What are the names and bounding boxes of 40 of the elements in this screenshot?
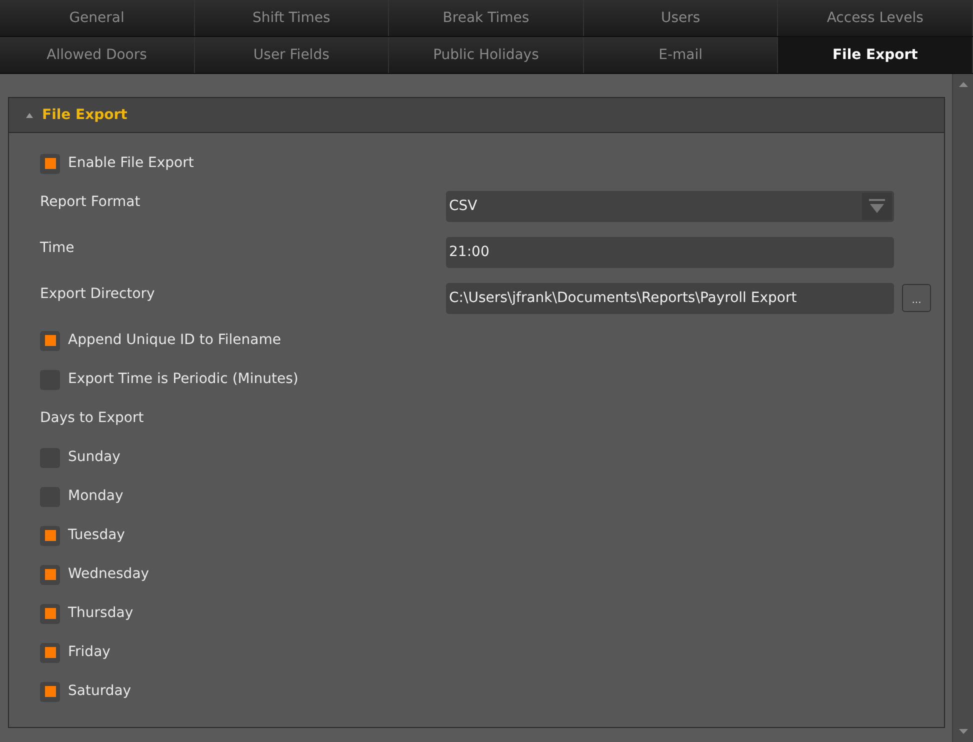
checkbox[interactable] [40, 604, 60, 624]
tab[interactable]: Users [584, 0, 778, 36]
section-header[interactable]: File Export [9, 98, 944, 133]
tab[interactable]: E-mail [584, 37, 778, 73]
tab[interactable]: Access Levels [778, 0, 973, 36]
field-label: Report Format [40, 192, 142, 212]
checkbox[interactable] [40, 682, 60, 702]
checkbox-label: Friday [68, 643, 110, 662]
scroll-down-icon[interactable] [958, 729, 968, 734]
checkbox[interactable] [40, 564, 60, 584]
checkbox-label: Sunday [68, 448, 120, 467]
checkbox[interactable] [40, 154, 60, 174]
checkbox-label: Tuesday [68, 526, 125, 545]
checkbox[interactable] [40, 330, 60, 350]
tab[interactable]: Allowed Doors [0, 37, 195, 73]
checkbox-label: Monday [68, 487, 124, 506]
browse-button[interactable]: ... [902, 284, 931, 312]
tab[interactable]: File Export [778, 37, 973, 73]
checkbox-label: Saturday [68, 682, 132, 701]
checkbox-label: Enable File Export [68, 154, 194, 173]
tab[interactable]: Break Times [389, 0, 584, 36]
tab[interactable]: General [0, 0, 195, 36]
checkbox-label: Export Time is Periodic (Minutes) [68, 370, 298, 389]
time-field[interactable]: 21:00 [446, 236, 894, 268]
scroll-up-icon[interactable] [958, 82, 968, 87]
checkbox-label: Thursday [68, 604, 134, 623]
format-dropdown[interactable]: CSV [446, 190, 894, 222]
checkbox[interactable] [40, 642, 60, 662]
checkbox-label: Append Unique ID to Filename [68, 331, 282, 350]
tab[interactable]: Shift Times [194, 0, 390, 36]
tab[interactable]: Public Holidays [389, 37, 584, 73]
checkbox-label: Wednesday [68, 565, 150, 584]
directory-field[interactable]: C:\Users\jfrank\Documents\Reports\Payroll Export [446, 282, 894, 314]
tab[interactable]: User Fields [194, 37, 390, 73]
checkbox[interactable] [40, 526, 60, 546]
collapse-arrow-icon [26, 112, 33, 118]
field-label: Export Directory [40, 284, 156, 304]
field-label: Time [40, 238, 76, 258]
scrollbar[interactable] [952, 74, 973, 742]
section-label: Days to Export [40, 409, 144, 428]
